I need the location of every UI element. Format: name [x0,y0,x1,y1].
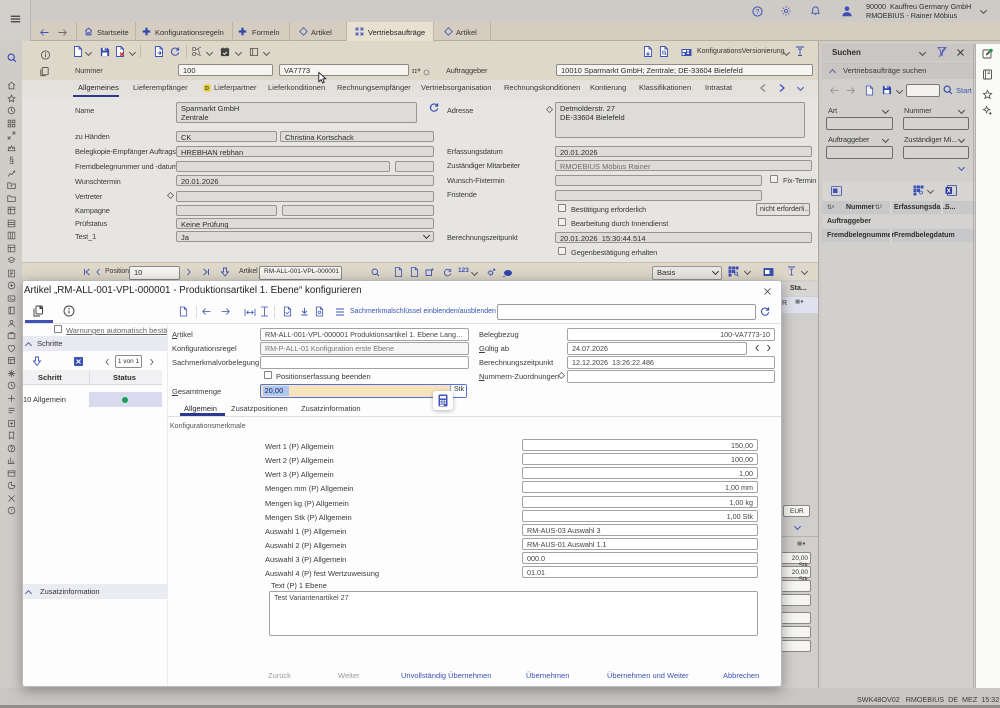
svg-text:?: ? [756,9,760,16]
svg-text:D: D [205,86,209,92]
